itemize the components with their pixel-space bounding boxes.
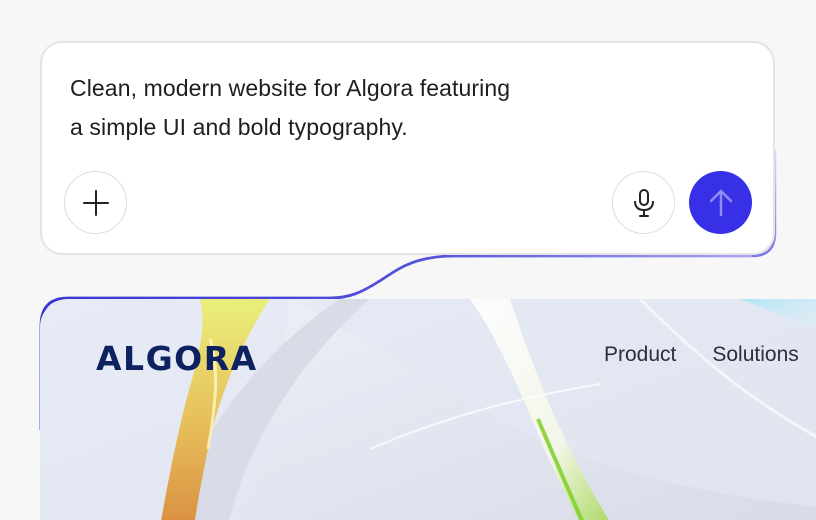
website-preview: ALGORA Product Solutions — [40, 299, 816, 520]
microphone-icon — [633, 188, 654, 217]
prompt-card[interactable]: Clean, modern website for Algora featuri… — [40, 41, 775, 255]
site-nav: Product Solutions — [604, 343, 799, 367]
prompt-line-2: a simple UI and bold typography. — [70, 114, 408, 140]
prompt-input[interactable]: Clean, modern website for Algora featuri… — [70, 69, 630, 147]
add-button[interactable] — [64, 171, 127, 234]
canvas: Clean, modern website for Algora featuri… — [0, 0, 816, 520]
arrow-up-icon — [709, 189, 732, 216]
site-logo[interactable]: ALGORA — [96, 339, 258, 378]
plus-icon — [82, 189, 109, 216]
microphone-button[interactable] — [612, 171, 675, 234]
nav-solutions[interactable]: Solutions — [712, 343, 798, 367]
prompt-line-1: Clean, modern website for Algora featuri… — [70, 75, 511, 101]
nav-product[interactable]: Product — [604, 343, 676, 367]
hero-artwork — [161, 299, 816, 520]
send-button[interactable] — [689, 171, 752, 234]
